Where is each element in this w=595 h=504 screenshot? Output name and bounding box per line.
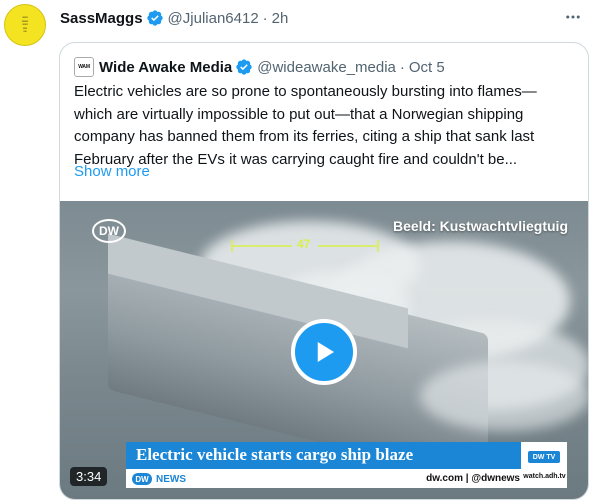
author-avatar[interactable]: ▪▪▪▪▪ ▪▪▪▪▪▪ ▪▪▪▪▪ ▪▪▪▪ ▪▪▪ (4, 4, 46, 46)
video-player[interactable]: DW Beeld: Kustwachtvliegtuig 47 Electric… (60, 201, 588, 499)
quoted-tweet-timestamp: Oct 5 (408, 58, 445, 76)
dw-news-badge: DW NEWS (132, 472, 186, 486)
video-credit: Beeld: Kustwachtvliegtuig (392, 218, 568, 234)
more-horizontal-icon (566, 15, 580, 19)
more-options-button[interactable] (561, 5, 585, 29)
tweet-timestamp[interactable]: 2h (272, 10, 289, 27)
tweet-header: SassMaggs @Jjulian6412 · 2h (60, 7, 288, 29)
separator: · (399, 58, 405, 76)
video-headline: Electric vehicle starts cargo ship blaze (136, 445, 414, 464)
tweet[interactable]: ▪▪▪▪▪ ▪▪▪▪▪▪ ▪▪▪▪▪ ▪▪▪▪ ▪▪▪ SassMaggs @Jjuli… (0, 0, 595, 504)
quoted-author-avatar: WAM (74, 57, 94, 77)
verified-badge-icon (146, 10, 163, 26)
play-icon (317, 342, 334, 362)
measure-label: 47 (297, 237, 311, 251)
show-more-link[interactable]: Show more (74, 163, 150, 180)
quoted-tweet-header: WAM Wide Awake Media @wideawake_media · … (74, 57, 445, 77)
quoted-author-handle: @wideawake_media (257, 58, 396, 76)
news-label: NEWS (156, 473, 186, 485)
watch-url: watch.adh.tv (523, 473, 566, 480)
quoted-tweet-text: Electric vehicles are so prone to sponta… (74, 83, 537, 168)
watch-box (521, 442, 567, 488)
play-button[interactable] (291, 319, 357, 385)
author-handle[interactable]: @Jjulian6412 (168, 10, 259, 27)
author-name[interactable]: SassMaggs (60, 10, 143, 27)
lower-third-contact: dw.com | @dwnews (426, 473, 520, 484)
dw-logo-icon: DW (92, 219, 126, 243)
dw-news-logo-icon: DW (132, 473, 152, 485)
separator: · (262, 9, 268, 27)
verified-badge-icon (236, 59, 252, 75)
quoted-author-name: Wide Awake Media (99, 58, 233, 76)
video-duration: 3:34 (70, 467, 108, 486)
dw-tv-badge: DW TV (528, 451, 560, 463)
wide-awake-logo-icon: WAM (78, 64, 90, 70)
avatar-badge-icon: ▪▪▪▪▪ ▪▪▪▪▪▪ ▪▪▪▪▪ ▪▪▪▪ ▪▪▪ (21, 15, 29, 34)
measure-overlay: 47 (230, 237, 380, 253)
smoke-cloud (420, 361, 588, 431)
quoted-tweet[interactable]: WAM Wide Awake Media @wideawake_media · … (59, 42, 589, 500)
